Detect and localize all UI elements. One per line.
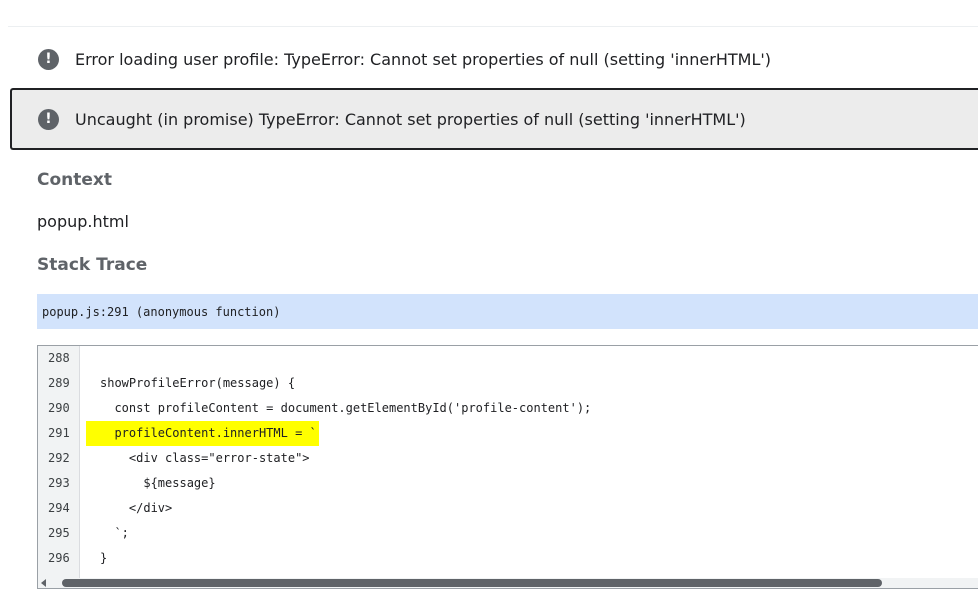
- stack-frame-label: popup.js:291 (anonymous function): [42, 304, 281, 319]
- error-icon: !: [38, 108, 59, 130]
- code-line: 293 ${message}: [38, 471, 978, 496]
- line-number: 296: [48, 551, 70, 565]
- stack-trace-heading: Stack Trace: [37, 255, 148, 275]
- code-line: 289 showProfileError(message) {: [38, 371, 978, 396]
- code-line: 295 `;: [38, 521, 978, 546]
- line-code: `;: [100, 526, 129, 540]
- line-number: 293: [48, 476, 70, 490]
- line-number: 295: [48, 526, 70, 540]
- error-message: Uncaught (in promise) TypeError: Cannot …: [75, 109, 746, 129]
- code-line: 296 }: [38, 546, 978, 571]
- divider: [8, 26, 978, 27]
- line-number: 291: [48, 426, 70, 440]
- source-code-viewer[interactable]: 288 289 showProfileError(message) { 290 …: [37, 345, 978, 589]
- line-number: 290: [48, 401, 70, 415]
- scroll-left-arrow-icon[interactable]: [41, 579, 46, 587]
- code-line-highlighted: 291 profileContent.innerHTML = `: [38, 421, 978, 446]
- scrollbar-thumb[interactable]: [62, 579, 882, 587]
- line-code: </div>: [100, 501, 173, 515]
- context-heading: Context: [37, 170, 113, 190]
- line-code: showProfileError(message) {: [100, 376, 296, 390]
- code-line: 290 const profileContent = document.getE…: [38, 396, 978, 421]
- error-entry-selected[interactable]: ! Uncaught (in promise) TypeError: Canno…: [10, 88, 978, 150]
- horizontal-scrollbar[interactable]: [38, 578, 978, 588]
- line-code: }: [100, 551, 108, 565]
- code-line: 294 </div>: [38, 496, 978, 521]
- error-entry[interactable]: ! Error loading user profile: TypeError:…: [10, 40, 978, 78]
- stack-frame-selected[interactable]: popup.js:291 (anonymous function): [37, 294, 978, 329]
- line-number: 294: [48, 501, 70, 515]
- line-number: 289: [48, 376, 70, 390]
- line-code-highlighted: profileContent.innerHTML = `: [86, 421, 319, 446]
- line-code: const profileContent = document.getEleme…: [100, 401, 592, 415]
- error-message: Error loading user profile: TypeError: C…: [75, 49, 772, 69]
- code-line: 288: [38, 346, 978, 371]
- line-number: 288: [48, 351, 70, 365]
- line-code: <div class="error-state">: [100, 451, 310, 465]
- context-value: popup.html: [37, 212, 129, 231]
- line-code: ${message}: [100, 476, 216, 490]
- code-line: 292 <div class="error-state">: [38, 446, 978, 471]
- line-number: 292: [48, 451, 70, 465]
- error-icon: !: [38, 48, 59, 70]
- error-details-page: ! Error loading user profile: TypeError:…: [0, 0, 978, 589]
